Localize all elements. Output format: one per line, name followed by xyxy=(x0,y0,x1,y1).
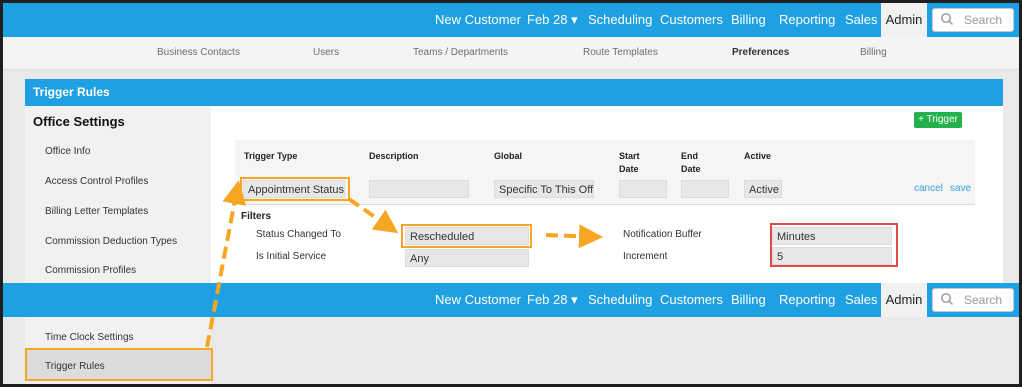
content-area xyxy=(211,106,1003,306)
search-placeholder: Search xyxy=(964,13,1003,27)
divider xyxy=(235,204,975,205)
highlight-trigger-rules xyxy=(25,348,213,381)
sidebar-item-commission-deduction-types[interactable]: Commission Deduction Types xyxy=(45,236,177,247)
global-select[interactable]: Specific To This Off xyxy=(494,180,594,198)
cancel-link[interactable]: cancel xyxy=(914,183,943,194)
sidebar-item-access-control-profiles[interactable]: Access Control Profiles xyxy=(45,176,148,187)
sub-nav: Business Contacts Users Teams / Departme… xyxy=(3,37,1019,70)
sidebar: Office Settings Office Info Access Contr… xyxy=(25,106,211,384)
header-trigger-type: Trigger Type xyxy=(244,151,298,161)
top-nav: New Customer Feb 28 ▾ Scheduling Custome… xyxy=(3,3,1019,37)
nav-admin[interactable]: Admin xyxy=(881,3,927,37)
nav-sales[interactable]: Sales xyxy=(845,283,878,317)
sidebar-item-commission-profiles[interactable]: Commission Profiles xyxy=(45,265,136,276)
nav-date-label: Feb 28 xyxy=(527,12,568,27)
nav-reporting[interactable]: Reporting xyxy=(779,283,835,317)
filters-label: Filters xyxy=(241,211,272,222)
end-date-input[interactable] xyxy=(681,180,729,198)
header-start-date: Start Date xyxy=(619,151,640,174)
nav-customers[interactable]: Customers xyxy=(660,283,723,317)
screenshot-frame: New Customer Feb 28 ▾ Scheduling Custome… xyxy=(0,0,1022,387)
highlight-status-changed-to xyxy=(401,224,532,248)
nav-new-customer[interactable]: New Customer xyxy=(435,283,521,317)
save-link[interactable]: save xyxy=(950,183,971,194)
search-placeholder: Search xyxy=(964,293,1003,307)
sidebar-item-office-info[interactable]: Office Info xyxy=(45,146,90,157)
nav-scheduling[interactable]: Scheduling xyxy=(588,3,652,37)
header-active: Active xyxy=(744,151,772,161)
nav-date-dropdown[interactable]: Feb 28 ▾ xyxy=(527,283,578,317)
sidebar-heading: Office Settings xyxy=(33,114,125,129)
nav-sales[interactable]: Sales xyxy=(845,3,878,37)
search-box[interactable]: Search xyxy=(932,8,1014,32)
sidebar-item-time-clock-settings[interactable]: Time Clock Settings xyxy=(45,332,134,343)
notification-buffer-label: Notification Buffer xyxy=(623,229,702,240)
search-icon xyxy=(941,293,953,305)
panel-header: Trigger Rules xyxy=(25,79,1003,106)
nav-admin[interactable]: Admin xyxy=(881,283,927,317)
increment-label: Increment xyxy=(623,251,668,262)
description-input[interactable] xyxy=(369,180,469,198)
nav-customers[interactable]: Customers xyxy=(660,3,723,37)
status-changed-to-label: Status Changed To xyxy=(256,229,341,240)
panel-title: Trigger Rules xyxy=(33,85,110,99)
header-description: Description xyxy=(369,151,419,161)
is-initial-service-label: Is Initial Service xyxy=(256,251,327,262)
highlight-notification-buffer xyxy=(770,223,898,267)
add-trigger-button[interactable]: + Trigger xyxy=(914,112,962,128)
header-end-date: End Date xyxy=(681,151,701,174)
top-nav-duplicate: New Customer Feb 28 ▾ Scheduling Custome… xyxy=(3,283,1019,317)
header-global: Global xyxy=(494,151,523,161)
nav-billing[interactable]: Billing xyxy=(731,283,766,317)
nav-date-label: Feb 28 xyxy=(527,292,568,307)
sidebar-item-billing-letter-templates[interactable]: Billing Letter Templates xyxy=(45,206,148,217)
nav-date-dropdown[interactable]: Feb 28 ▾ xyxy=(527,3,578,37)
nav-reporting[interactable]: Reporting xyxy=(779,3,835,37)
active-select[interactable]: Active xyxy=(744,180,782,198)
nav-new-customer[interactable]: New Customer xyxy=(435,3,521,37)
subnav-preferences[interactable]: Preferences xyxy=(732,37,789,69)
subnav-billing[interactable]: Billing xyxy=(860,37,887,69)
chevron-down-icon: ▾ xyxy=(571,12,578,27)
search-icon xyxy=(941,13,953,25)
start-date-input[interactable] xyxy=(619,180,667,198)
is-initial-service-select[interactable]: Any xyxy=(405,249,529,267)
subnav-business-contacts[interactable]: Business Contacts xyxy=(157,37,240,69)
chevron-down-icon: ▾ xyxy=(571,292,578,307)
subnav-users[interactable]: Users xyxy=(313,37,339,69)
subnav-route-templates[interactable]: Route Templates xyxy=(583,37,658,69)
nav-scheduling[interactable]: Scheduling xyxy=(588,283,652,317)
nav-billing[interactable]: Billing xyxy=(731,3,766,37)
highlight-trigger-type xyxy=(240,177,350,201)
search-box[interactable]: Search xyxy=(932,288,1014,312)
subnav-teams-departments[interactable]: Teams / Departments xyxy=(413,37,508,69)
